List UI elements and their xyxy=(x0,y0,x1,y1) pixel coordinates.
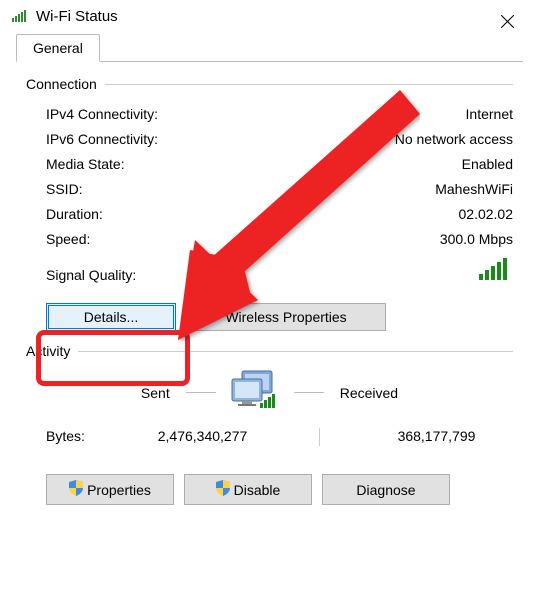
bytes-sent-value: 2,476,340,277 xyxy=(126,428,279,446)
close-icon xyxy=(501,15,514,28)
ipv4-label: IPv4 Connectivity: xyxy=(46,104,158,125)
disable-button[interactable]: Disable xyxy=(184,474,312,505)
window-title: Wi-Fi Status xyxy=(36,8,118,25)
close-button[interactable] xyxy=(487,6,527,36)
ssid-value: MaheshWiFi xyxy=(435,179,513,200)
speed-value: 300.0 Mbps xyxy=(440,229,513,250)
bytes-label: Bytes: xyxy=(46,428,126,446)
ipv6-label: IPv6 Connectivity: xyxy=(46,129,158,150)
diagnose-button[interactable]: Diagnose xyxy=(322,474,450,505)
divider xyxy=(78,351,513,352)
bytes-received-value: 368,177,799 xyxy=(360,428,513,446)
wireless-properties-button[interactable]: Wireless Properties xyxy=(186,303,386,331)
divider xyxy=(186,392,216,393)
network-activity-icon xyxy=(228,369,282,416)
ipv6-value: No network access xyxy=(395,129,513,150)
speed-label: Speed: xyxy=(46,229,90,250)
duration-label: Duration: xyxy=(46,204,103,225)
activity-group-label: Activity xyxy=(26,343,70,359)
tab-general[interactable]: General xyxy=(16,34,100,62)
details-button[interactable]: Details... xyxy=(46,303,176,331)
signal-quality-label: Signal Quality: xyxy=(46,267,136,283)
sent-label: Sent xyxy=(141,385,170,401)
media-state-label: Media State: xyxy=(46,154,125,175)
connection-group-label: Connection xyxy=(26,76,97,92)
divider xyxy=(105,84,513,85)
signal-strength-icon xyxy=(479,258,513,283)
divider xyxy=(294,392,324,393)
ssid-label: SSID: xyxy=(46,179,83,200)
duration-value: 02.02.02 xyxy=(459,204,514,225)
ipv4-value: Internet xyxy=(466,104,513,125)
disable-label: Disable xyxy=(234,482,281,498)
properties-label: Properties xyxy=(87,482,151,498)
wifi-icon xyxy=(12,8,28,25)
divider xyxy=(319,428,320,446)
media-state-value: Enabled xyxy=(462,154,513,175)
received-label: Received xyxy=(340,385,398,401)
shield-icon xyxy=(216,480,230,499)
properties-button[interactable]: Properties xyxy=(46,474,174,505)
shield-icon xyxy=(69,480,83,499)
